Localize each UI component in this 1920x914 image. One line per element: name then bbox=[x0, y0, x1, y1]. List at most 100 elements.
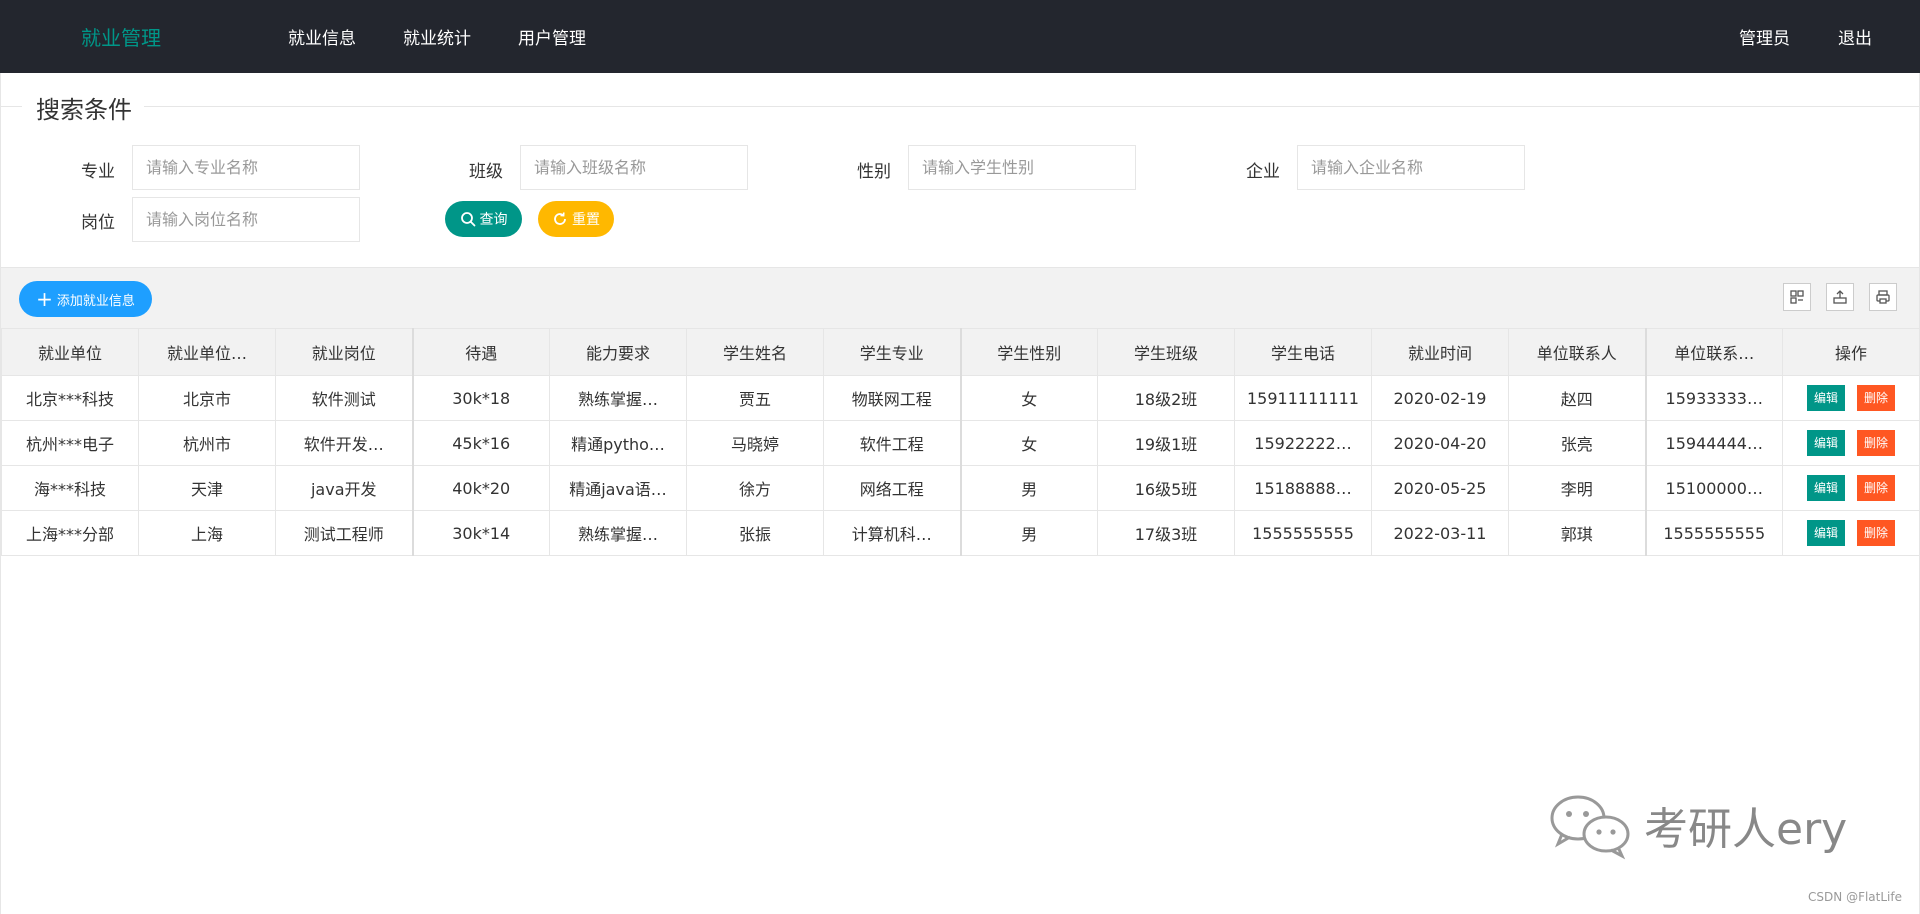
wechat-watermark: 考研人ery bbox=[1548, 790, 1847, 860]
cell-student-name: 贾五 bbox=[686, 375, 824, 421]
cell-company: 杭州***电子 bbox=[1, 420, 139, 466]
reset-button[interactable]: 重置 bbox=[538, 201, 614, 237]
cell-contact: 郭琪 bbox=[1508, 510, 1647, 556]
nav-item-user-management[interactable]: 用户管理 bbox=[518, 24, 586, 49]
cell-contact-phone: 15944444… bbox=[1645, 420, 1783, 466]
table-row: 北京***科技 北京市 软件测试 30k*18 熟练掌握… 贾五 物联网工程 女… bbox=[1, 375, 1920, 421]
cell-student-major: 网络工程 bbox=[823, 465, 962, 511]
edit-button[interactable]: 编辑 bbox=[1806, 385, 1845, 411]
add-employment-label: 添加就业信息 bbox=[56, 293, 135, 309]
admin-user-menu[interactable]: 管理员 bbox=[1739, 24, 1790, 49]
cell-student-name: 张振 bbox=[686, 510, 824, 556]
cell-student-class: 16级5班 bbox=[1097, 465, 1235, 511]
edit-button[interactable]: 编辑 bbox=[1806, 520, 1845, 546]
position-input[interactable] bbox=[132, 197, 360, 242]
cell-actions: 编辑 删除 bbox=[1782, 465, 1920, 511]
wechat-logo-icon bbox=[1550, 795, 1630, 860]
cell-student-phone: 1555555555 bbox=[1234, 510, 1372, 556]
cell-contact: 张亮 bbox=[1508, 420, 1647, 466]
export-icon[interactable] bbox=[1826, 283, 1854, 311]
cell-student-gender: 女 bbox=[960, 375, 1098, 421]
cell-student-phone: 15922222… bbox=[1234, 420, 1372, 466]
position-label: 岗位 bbox=[81, 213, 115, 233]
col-header-company[interactable]: 就业单位 bbox=[1, 328, 139, 376]
columns-icon[interactable] bbox=[1783, 283, 1811, 311]
cell-requirements: 熟练掌握… bbox=[549, 510, 687, 556]
search-legend-title: 搜索条件 bbox=[36, 96, 132, 124]
company-input[interactable] bbox=[1297, 145, 1525, 190]
cell-requirements: 精通java语… bbox=[549, 465, 687, 511]
print-icon[interactable] bbox=[1869, 283, 1897, 311]
query-button-label: 查询 bbox=[479, 212, 508, 228]
cell-contact-phone: 15100000… bbox=[1645, 465, 1783, 511]
col-header-requirements[interactable]: 能力要求 bbox=[549, 328, 687, 376]
col-header-employment-date[interactable]: 就业时间 bbox=[1371, 328, 1509, 376]
logout-link[interactable]: 退出 bbox=[1838, 24, 1872, 49]
cell-employment-date: 2020-02-19 bbox=[1371, 375, 1509, 421]
cell-salary: 45k*16 bbox=[412, 420, 550, 466]
delete-button[interactable]: 删除 bbox=[1857, 475, 1896, 501]
cell-student-name: 马晓婷 bbox=[686, 420, 824, 466]
class-label: 班级 bbox=[469, 162, 503, 182]
table-header-row: 就业单位 就业单位… 就业岗位 待遇 能力要求 学生姓名 学生专业 学生性别 学… bbox=[1, 328, 1920, 376]
cell-position: 测试工程师 bbox=[275, 510, 414, 556]
cell-contact: 李明 bbox=[1508, 465, 1647, 511]
cell-contact-phone: 15933333… bbox=[1645, 375, 1783, 421]
cell-company: 北京***科技 bbox=[1, 375, 139, 421]
cell-actions: 编辑 删除 bbox=[1782, 375, 1920, 421]
delete-button[interactable]: 删除 bbox=[1857, 430, 1896, 456]
cell-company-city: 杭州市 bbox=[138, 420, 276, 466]
cell-salary: 30k*14 bbox=[412, 510, 550, 556]
cell-student-major: 物联网工程 bbox=[823, 375, 962, 421]
col-header-contact-phone[interactable]: 单位联系… bbox=[1645, 328, 1783, 376]
credit-text: CSDN @FlatLife bbox=[1808, 890, 1902, 904]
cell-company-city: 上海 bbox=[138, 510, 276, 556]
cell-student-class: 17级3班 bbox=[1097, 510, 1235, 556]
nav-item-employment-stats[interactable]: 就业统计 bbox=[403, 24, 471, 49]
col-header-actions: 操作 bbox=[1782, 328, 1920, 376]
plus-icon: + bbox=[36, 287, 53, 311]
cell-student-class: 18级2班 bbox=[1097, 375, 1235, 421]
col-header-student-class[interactable]: 学生班级 bbox=[1097, 328, 1235, 376]
cell-student-phone: 15188888… bbox=[1234, 465, 1372, 511]
cell-salary: 40k*20 bbox=[412, 465, 550, 511]
cell-student-major: 软件工程 bbox=[823, 420, 962, 466]
col-header-student-name[interactable]: 学生姓名 bbox=[686, 328, 824, 376]
refresh-icon bbox=[554, 212, 566, 225]
col-header-student-major[interactable]: 学生专业 bbox=[823, 328, 962, 376]
cell-position: java开发 bbox=[275, 465, 414, 511]
table-toolbar bbox=[1, 267, 1919, 329]
major-input[interactable] bbox=[132, 145, 360, 190]
edit-button[interactable]: 编辑 bbox=[1806, 475, 1845, 501]
cell-student-major: 计算机科… bbox=[823, 510, 962, 556]
edit-button[interactable]: 编辑 bbox=[1806, 430, 1845, 456]
cell-contact: 赵四 bbox=[1508, 375, 1647, 421]
cell-company-city: 天津 bbox=[138, 465, 276, 511]
delete-button[interactable]: 删除 bbox=[1857, 385, 1896, 411]
col-header-student-gender[interactable]: 学生性别 bbox=[960, 328, 1098, 376]
delete-button[interactable]: 删除 bbox=[1857, 520, 1896, 546]
col-header-position[interactable]: 就业岗位 bbox=[275, 328, 414, 376]
col-header-salary[interactable]: 待遇 bbox=[412, 328, 550, 376]
table-row: 杭州***电子 杭州市 软件开发… 45k*16 精通pytho… 马晓婷 软件… bbox=[1, 420, 1920, 466]
class-input[interactable] bbox=[520, 145, 748, 190]
col-header-student-phone[interactable]: 学生电话 bbox=[1234, 328, 1372, 376]
nav-item-employment-info[interactable]: 就业信息 bbox=[288, 24, 356, 49]
watermark-text: 考研人ery bbox=[1644, 804, 1848, 855]
app-logo[interactable]: 就业管理 bbox=[81, 22, 161, 51]
col-header-company-city[interactable]: 就业单位… bbox=[138, 328, 276, 376]
reset-button-label: 重置 bbox=[572, 212, 600, 228]
cell-student-name: 徐方 bbox=[686, 465, 824, 511]
cell-company: 上海***分部 bbox=[1, 510, 139, 556]
cell-employment-date: 2020-04-20 bbox=[1371, 420, 1509, 466]
table-row: 海***科技 天津 java开发 40k*20 精通java语… 徐方 网络工程… bbox=[1, 465, 1920, 511]
col-header-contact[interactable]: 单位联系人 bbox=[1508, 328, 1647, 376]
query-button[interactable]: 查询 bbox=[445, 201, 522, 237]
legend-divider-left bbox=[0, 106, 22, 107]
cell-student-gender: 女 bbox=[960, 420, 1098, 466]
employment-table: 就业单位 就业单位… 就业岗位 待遇 能力要求 学生姓名 学生专业 学生性别 学… bbox=[1, 328, 1920, 556]
cell-requirements: 熟练掌握… bbox=[549, 375, 687, 421]
gender-input[interactable] bbox=[908, 145, 1136, 190]
cell-student-gender: 男 bbox=[960, 465, 1098, 511]
add-employment-button[interactable]: + 添加就业信息 bbox=[19, 281, 152, 317]
